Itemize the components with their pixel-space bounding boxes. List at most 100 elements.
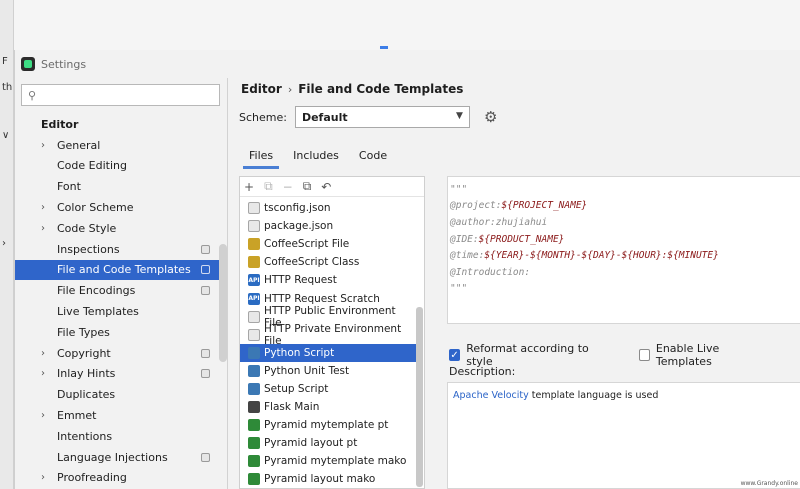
tree-item[interactable]: Duplicates [15,384,220,405]
template-name: HTTP Request [264,274,337,287]
settings-tree-panel: ⚲ Editor › General Code Editing Font › Color … [15,78,228,489]
template-variable: ${PRODUCT_NAME} [478,233,565,245]
tree-item[interactable]: Font [15,176,220,197]
template-list-item[interactable]: CoffeeScript Class [240,253,416,271]
template-list-item[interactable]: Pyramid mytemplate mako [240,452,416,470]
template-list-item[interactable]: Pyramid layout mako [240,470,416,488]
template-list-panel: + ⧉ − ⧉ ↶ tsconfig.json package.json Coffe… [239,176,425,489]
ide-collapse-glyph[interactable]: ∨ [2,130,9,141]
tree-item[interactable]: › General [15,135,220,156]
scheme-label: Scheme: [239,110,287,124]
watermark: www.Grandy.online [740,480,798,487]
tree-item-label: Proofreading [57,471,127,485]
ide-menu-glyph[interactable]: F [2,56,8,67]
tree-item[interactable]: File Types [15,322,220,343]
remove-icon[interactable]: − [283,180,293,194]
live-templates-option[interactable]: Enable Live Templates [638,342,769,368]
tree-item-label: File Encodings [57,284,136,298]
py-file-icon [248,382,260,395]
gear-icon[interactable]: ⚙ [484,108,497,126]
doc-file-icon [248,202,260,215]
template-list-item[interactable]: API HTTP Request [240,271,416,289]
template-list-item[interactable]: tsconfig.json [240,199,416,217]
tree-section-editor[interactable]: Editor [15,114,220,135]
velocity-link[interactable]: Apache Velocity [453,390,529,401]
chevron-right-icon[interactable]: › [41,202,45,213]
chevron-right-icon[interactable]: › [41,140,45,151]
tree-item-label: Duplicates [57,388,116,402]
code-line: """ [450,281,798,298]
ide-expand-glyph[interactable]: › [2,238,6,249]
tab-code[interactable]: Code [349,144,397,166]
template-name: Flask Main [264,401,320,414]
tree-item[interactable]: Live Templates [15,301,220,322]
reset-icon[interactable]: ↶ [321,180,331,194]
template-list-item[interactable]: CoffeeScript File [240,235,416,253]
breadcrumb-separator-icon: › [287,82,293,96]
tree-item[interactable]: › Color Scheme [15,197,220,218]
flask-file-icon [248,401,260,414]
template-list-item[interactable]: Pyramid mytemplate pt [240,416,416,434]
tree-scrollbar[interactable] [219,244,227,362]
template-list-item[interactable]: Flask Main [240,398,416,416]
template-name: HTTP Private Environment File [264,322,402,347]
list-toolbar: + ⧉ − ⧉ ↶ [240,177,424,197]
doc-file-icon [248,220,260,233]
project-scope-icon [201,286,210,296]
breadcrumb: Editor › File and Code Templates [241,82,463,96]
tree-item[interactable]: › Proofreading [15,468,220,489]
tree-item[interactable]: File and Code Templates [15,259,220,281]
ide-tab-glyph[interactable]: th [2,82,12,93]
tab-files[interactable]: Files [239,144,283,169]
template-editor[interactable]: """ @project: ${PROJECT_NAME} @author:zhuji… [447,176,800,324]
template-list-item[interactable]: package.json [240,217,416,235]
code-line: """ [450,181,798,198]
template-name: Setup Script [264,382,329,395]
code-key: @author:zhujiahui [450,216,548,228]
code-line: @project: ${PROJECT_NAME} [450,198,798,215]
tree-item[interactable]: Language Injections [15,447,220,468]
add-icon[interactable]: + [244,180,254,194]
chevron-right-icon[interactable]: › [41,410,45,421]
tree-item-label: File Types [57,325,110,339]
template-name: CoffeeScript Class [264,256,360,269]
template-name: Pyramid mytemplate pt [264,419,389,432]
template-list-item[interactable]: Python Unit Test [240,362,416,380]
tree-item[interactable]: › Inlay Hints [15,364,220,385]
breadcrumb-parent[interactable]: Editor [241,82,282,96]
template-variable: ${PROJECT_NAME} [501,200,588,212]
list-scrollbar[interactable] [416,307,423,487]
tree-item[interactable]: File Encodings [15,280,220,301]
template-name: Pyramid layout pt [264,437,358,450]
titlebar: Settings [15,50,800,78]
code-line: @Introduction: [450,264,798,281]
tree-item-label: Language Injections [57,450,168,464]
tree-item[interactable]: Code Editing [15,156,220,177]
chevron-right-icon[interactable]: › [41,348,45,359]
template-list-item[interactable]: Setup Script [240,380,416,398]
tree-item[interactable]: › Code Style [15,218,220,239]
template-list-item[interactable]: HTTP Private Environment File [240,322,416,347]
tree-item[interactable]: Inspections [15,239,220,260]
tree-item[interactable]: › Emmet [15,405,220,426]
chevron-right-icon[interactable]: › [41,223,45,234]
pyramid-file-icon [248,473,260,486]
tree-item-label: File and Code Templates [57,263,191,277]
reformat-checkbox[interactable]: ✓ [449,349,461,361]
copy-icon[interactable]: ⧉ [264,179,273,194]
tree-item-label: Inlay Hints [57,367,116,381]
template-name: HTTP Request Scratch [264,292,380,305]
project-scope-icon [201,348,210,358]
live-templates-checkbox[interactable] [638,349,650,361]
duplicate-icon[interactable]: ⧉ [303,179,312,194]
tab-includes[interactable]: Includes [283,144,349,166]
template-list-item[interactable]: Pyramid layout pt [240,434,416,452]
search-input[interactable]: ⚲ [21,84,220,106]
tree-item[interactable]: Intentions [15,426,220,447]
scheme-dropdown[interactable]: Default ▼ [294,106,470,128]
chevron-right-icon[interactable]: › [41,368,45,379]
settings-content: Editor › File and Code Templates Scheme:… [229,78,800,489]
chevron-right-icon[interactable]: › [41,472,45,483]
template-file-list: tsconfig.json package.json CoffeeScript Fi… [240,199,416,489]
tree-item[interactable]: › Copyright [15,343,220,364]
